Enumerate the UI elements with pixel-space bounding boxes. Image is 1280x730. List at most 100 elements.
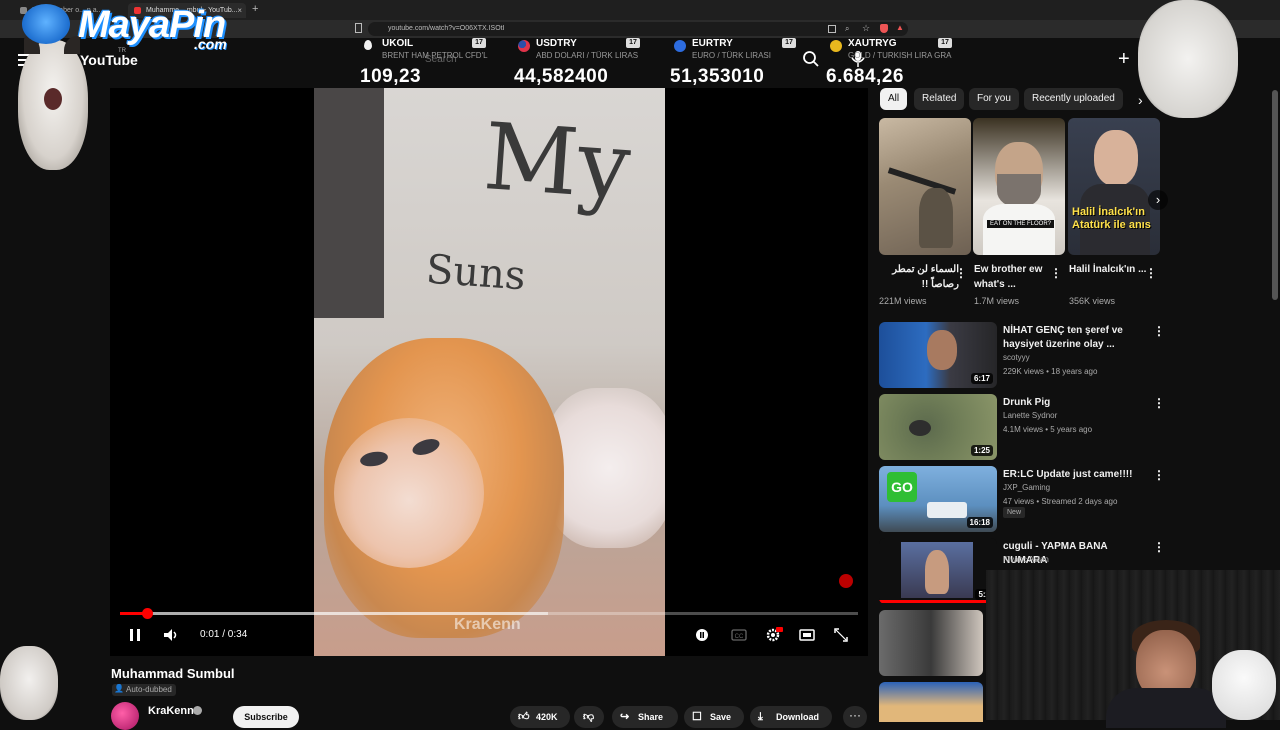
dislike-button[interactable]: 👎︎ [574, 706, 604, 728]
thumbs-down-icon: 👎︎ [583, 711, 595, 723]
ticker-ukoil: UKOIL BRENT HAM PETROL CFD'L 17 109,23 [360, 36, 510, 88]
settings-gear-icon[interactable] [764, 626, 784, 644]
ticker-desc: BRENT HAM PETROL CFD'L [382, 51, 488, 60]
short-thumbnail[interactable]: EAT ON THE FLOOR? [973, 118, 1065, 255]
logo-mascot-icon [22, 4, 70, 44]
save-playlist-icon: ☐ [692, 711, 702, 723]
share-button[interactable]: ↪ Share [612, 706, 678, 728]
short-thumbnail[interactable] [879, 118, 971, 255]
extension-icon[interactable] [828, 25, 836, 33]
recommendation-item[interactable]: 1:25 Drunk Pig Lanette Sydnor 4.1M views… [879, 394, 1169, 462]
like-count: 420K [536, 712, 558, 722]
download-label: Download [776, 712, 819, 722]
video-duration: 16:18 [966, 517, 993, 528]
ticker-eurtry: EURTRY EURO / TÜRK LIRASI 17 51,353010 [670, 36, 820, 88]
shirt-text: My [480, 103, 634, 220]
zoom-icon[interactable]: ⌕ [845, 24, 849, 34]
video-title: ER:LC Update just came!!!! [1003, 469, 1133, 480]
share-label: Share [638, 712, 664, 722]
more-options-icon[interactable]: ⋮ [1153, 468, 1165, 482]
chevron-right-icon[interactable]: › [1138, 92, 1143, 108]
chip-related[interactable]: Related [914, 88, 965, 110]
more-actions-icon[interactable]: ··· [843, 706, 867, 728]
ticker-value: 109,23 [360, 66, 422, 87]
download-button[interactable]: ⤓ Download [750, 706, 832, 728]
download-icon: ⤓ [758, 711, 763, 723]
ticker-value: 44,582400 [514, 66, 609, 87]
channel-avatar[interactable] [111, 702, 139, 730]
video-player[interactable]: My Suns KraKenn 0:01 / 0:34 CC [110, 88, 868, 656]
beard-shape [997, 174, 1041, 208]
ticker-symbol: XAUTRYG [848, 38, 897, 49]
volume-icon[interactable] [162, 626, 180, 644]
recommendation-item[interactable]: 6:17 NİHAT GENÇ ten şeref ve haysiyet üz… [879, 322, 1169, 390]
short-title[interactable]: Halil İnalcık'ın ... [1069, 262, 1149, 277]
gold-icon [830, 40, 842, 52]
youtube-wordmark[interactable]: YouTube [80, 52, 138, 68]
more-options-icon[interactable]: ⋮ [1153, 396, 1165, 410]
short-views: 221M views [879, 296, 927, 306]
more-options-icon[interactable]: ⋮ [955, 266, 967, 280]
star-icon[interactable]: ☆ [862, 23, 870, 34]
tradingview-icon: 17 [938, 38, 952, 48]
channel-name: Kivanc Aslan [1003, 555, 1049, 564]
alert-icon[interactable]: ▲ [896, 23, 904, 32]
bookmark-icon[interactable] [355, 23, 362, 33]
more-options-icon[interactable]: ⋮ [1153, 324, 1165, 338]
tradingview-icon: 17 [472, 38, 486, 48]
shorts-next-icon[interactable]: › [1148, 190, 1168, 210]
progress-bar[interactable] [120, 608, 858, 619]
more-options-icon[interactable]: ⋮ [1050, 266, 1062, 280]
url-text: youtube.com/watch?v=O06XTX.ISOtI [388, 25, 505, 32]
video-title: Drunk Pig [1003, 397, 1051, 408]
webcam-overlay [986, 570, 1280, 728]
ticker-desc: GOLD / TURKISH LIRA GRA [848, 51, 952, 60]
shield-icon[interactable] [880, 24, 888, 33]
short-title[interactable]: السماء لن تمطر رصاصاً !! [879, 262, 959, 292]
video-thumbnail: 1:25 [879, 394, 997, 460]
share-icon: ↪ [620, 711, 630, 723]
pig-shape [909, 420, 931, 436]
progress-scrubber[interactable] [142, 608, 154, 619]
ticker-xautryg: XAUTRYG GOLD / TURKISH LIRA GRA 17 6.684… [826, 36, 976, 88]
url-field[interactable]: youtube.com/watch?v=O06XTX.ISOtI [368, 22, 908, 36]
ticker-value: 51,353010 [670, 66, 765, 87]
eu-flag-icon [674, 40, 686, 52]
ticker-symbol: USDTRY [536, 38, 577, 49]
pause-icon[interactable] [128, 626, 142, 644]
short-title[interactable]: Ew brother ew what's ... [974, 262, 1054, 292]
time-display: 0:01 / 0:34 [200, 629, 248, 640]
video-title: NİHAT GENÇ ten şeref ve haysiyet üzerine… [1003, 325, 1123, 350]
more-options-icon[interactable]: ⋮ [1145, 266, 1157, 280]
fullscreen-icon[interactable] [832, 626, 850, 644]
captions-icon[interactable]: CC [730, 626, 748, 644]
video-watermark: KraKenn [454, 616, 521, 633]
chip-all[interactable]: All [880, 88, 908, 110]
subscribe-button[interactable]: Subscribe [233, 706, 299, 728]
page-scrollbar[interactable] [1272, 90, 1278, 300]
like-button[interactable]: 👍︎ 420K [510, 706, 570, 728]
close-tab-icon[interactable]: × [237, 3, 242, 18]
create-icon[interactable]: + [1118, 49, 1130, 69]
recommendation-item[interactable]: GO 16:18 ER:LC Update just came!!!! JXP_… [879, 466, 1169, 534]
short-thumbnail[interactable]: Halil İnalcık'ın Atatürk ile anıs [1068, 118, 1160, 255]
new-tab-icon[interactable]: + [252, 3, 258, 15]
cat-sticker [18, 36, 88, 170]
chip-for-you[interactable]: For you [969, 88, 1019, 110]
autoplay-toggle-icon[interactable] [694, 626, 710, 644]
more-options-icon[interactable]: ⋮ [1153, 540, 1165, 554]
chip-recently-uploaded[interactable]: Recently uploaded [1024, 88, 1123, 110]
thumb-image [901, 542, 973, 598]
ticker-value: 6.684,26 [826, 66, 904, 87]
soldier-shape [919, 188, 953, 248]
channel-name[interactable]: KraKenn [148, 705, 194, 717]
recommendation-thumbnail[interactable] [879, 610, 983, 676]
recommendation-thumbnail[interactable] [879, 682, 983, 722]
kitten-face [334, 418, 484, 568]
robe-shape [983, 204, 1055, 255]
logo-subtext: .com [194, 36, 227, 52]
ticker-desc: EURO / TÜRK LIRASI [692, 51, 771, 60]
mayapin-logo: MayaPin .com [8, 2, 238, 52]
save-button[interactable]: ☐ Save [684, 706, 744, 728]
theater-mode-icon[interactable] [798, 626, 816, 644]
